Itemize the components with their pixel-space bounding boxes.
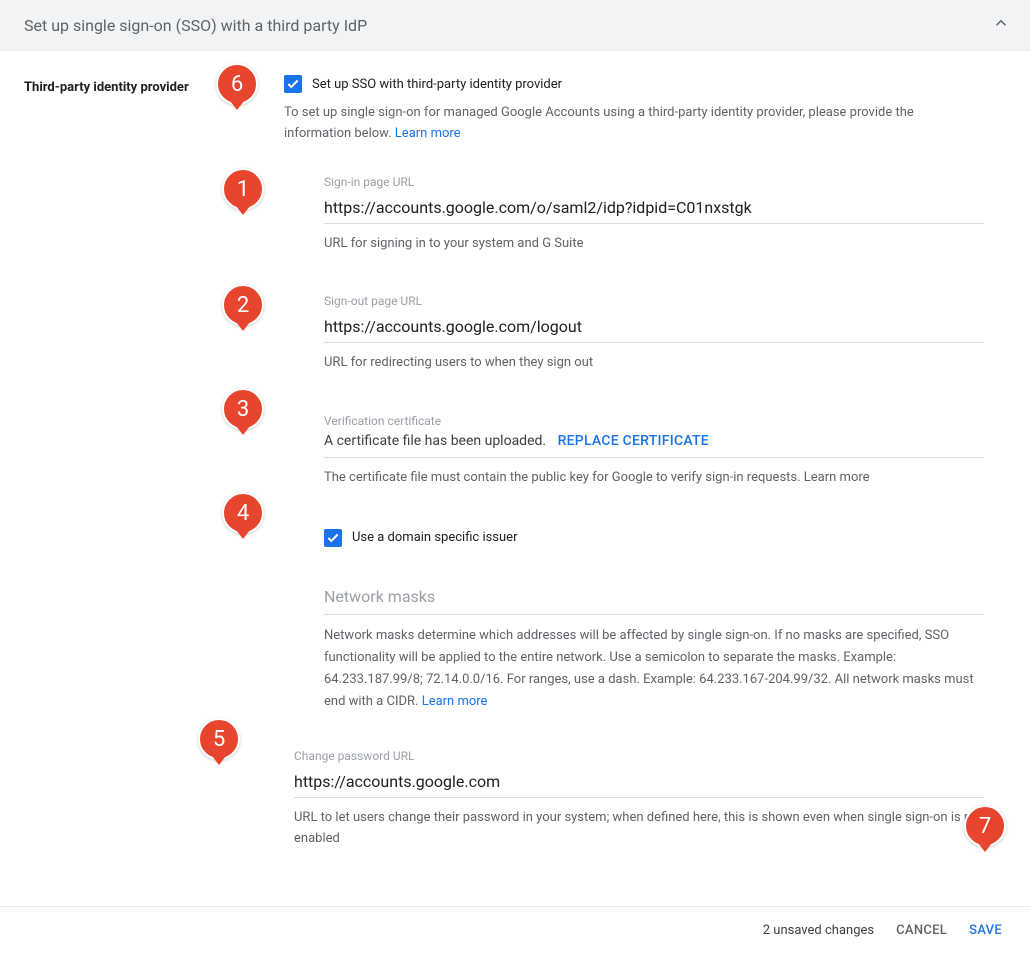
setup-sso-checkbox[interactable] [284,75,302,93]
domain-issuer-checkbox[interactable] [324,529,342,547]
setup-sso-label: Set up SSO with third-party identity pro… [312,77,562,92]
annotation-badge-7: 7 [964,805,1006,847]
cert-hint: The certificate file must contain the pu… [324,468,984,489]
setup-helper: To set up single sign-on for managed Goo… [284,103,984,145]
cancel-button[interactable]: CANCEL [896,923,947,938]
cert-uploaded-text: A certificate file has been uploaded. [324,433,546,449]
unsaved-status: 2 unsaved changes [763,923,874,938]
learn-more-link[interactable]: Learn more [422,694,488,709]
network-masks-body: Network masks determine which addresses … [324,625,984,713]
save-button[interactable]: SAVE [969,923,1002,938]
signout-url-label: Sign-out page URL [324,294,984,308]
password-url-hint: URL to let users change their password i… [294,808,984,850]
replace-certificate-button[interactable]: REPLACE CERTIFICATE [558,433,709,449]
footer-bar: 2 unsaved changes CANCEL SAVE [0,906,1030,954]
annotation-badge-2: 2 [222,284,264,326]
cert-label: Verification certificate [324,414,984,428]
signin-url-hint: URL for signing in to your system and G … [324,234,984,255]
domain-issuer-label: Use a domain specific issuer [352,530,517,545]
panel-header[interactable]: Set up single sign-on (SSO) with a third… [0,0,1030,51]
network-masks-title: Network masks [324,587,984,615]
chevron-up-icon[interactable] [992,14,1010,36]
learn-more-link[interactable]: Learn more [804,470,870,485]
signin-url-label: Sign-in page URL [324,175,984,189]
signout-url-input[interactable] [324,313,984,343]
annotation-badge-4: 4 [222,492,264,534]
signout-url-hint: URL for redirecting users to when they s… [324,353,984,374]
annotation-badge-3: 3 [222,388,264,430]
signin-url-input[interactable] [324,194,984,224]
password-url-input[interactable] [294,768,984,798]
panel-title: Set up single sign-on (SSO) with a third… [24,16,367,35]
annotation-badge-1: 1 [222,168,264,210]
annotation-badge-6: 6 [216,63,258,105]
password-url-label: Change password URL [294,749,984,763]
learn-more-link[interactable]: Learn more [395,126,461,141]
annotation-badge-5: 5 [198,718,240,760]
